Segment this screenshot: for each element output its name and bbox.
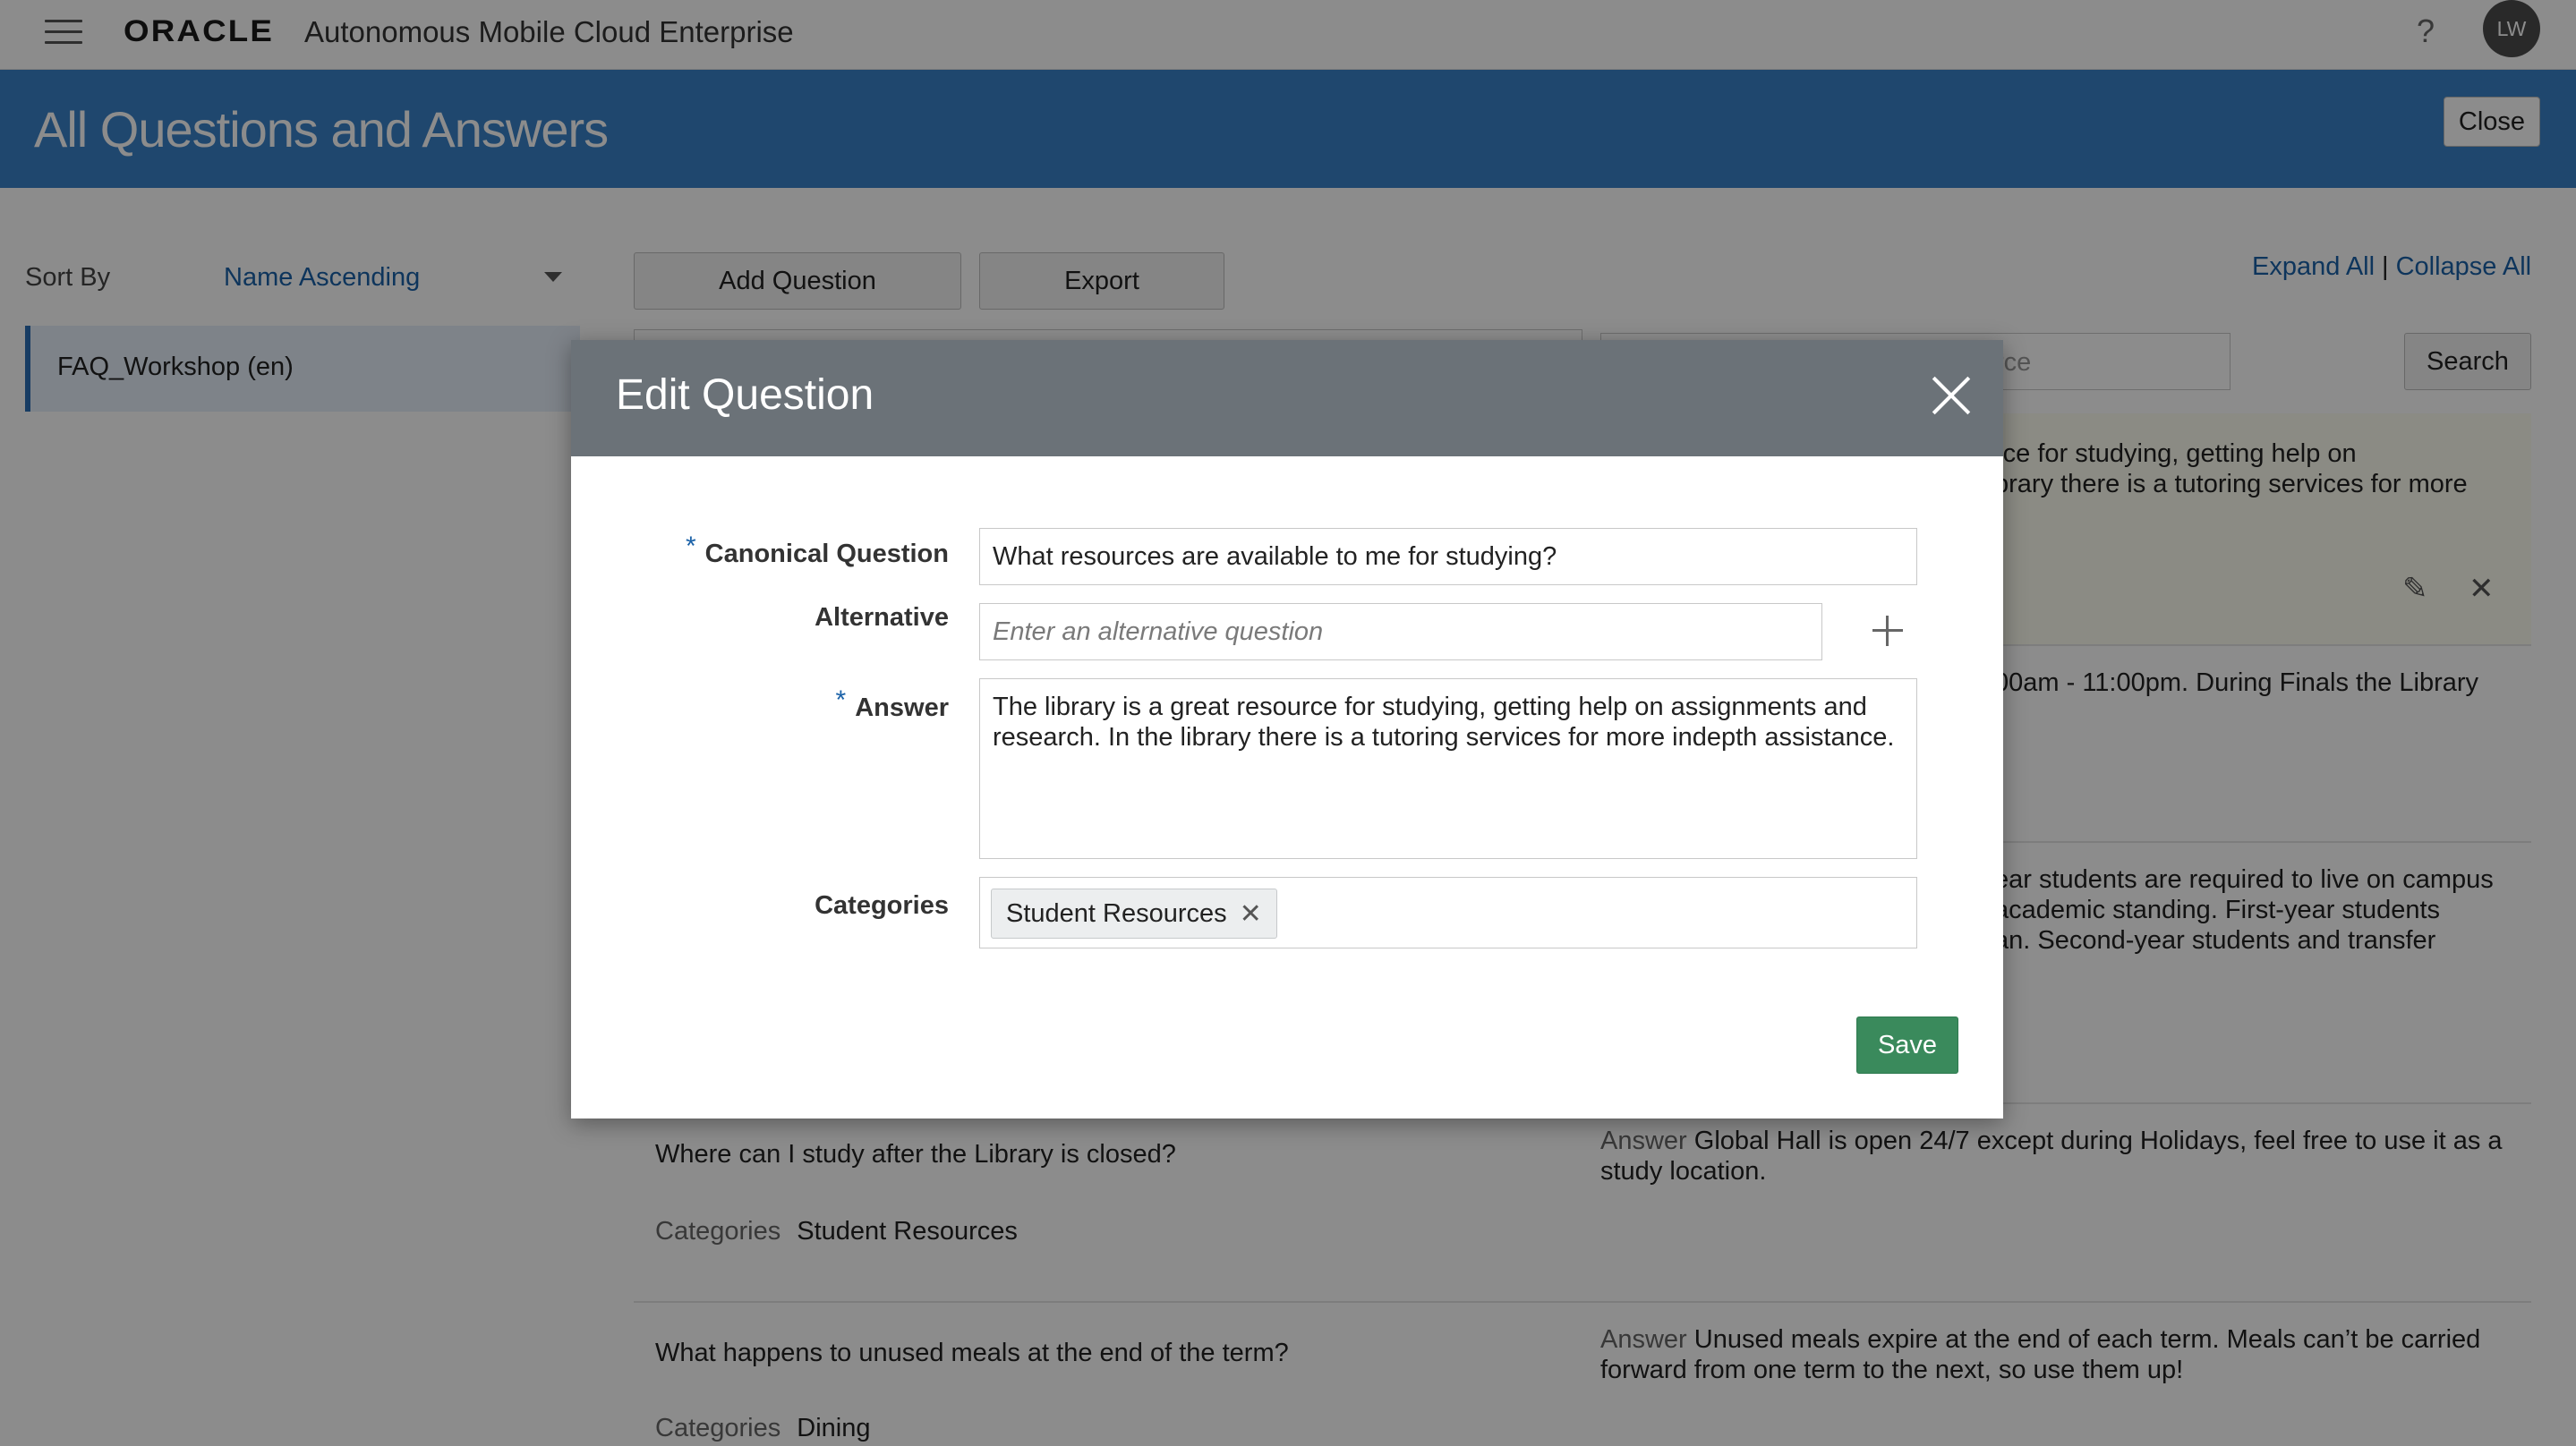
answer-textarea[interactable]: The library is a great resource for stud… xyxy=(979,678,1917,859)
close-icon[interactable] xyxy=(1924,369,1978,422)
categories-input[interactable]: Student Resources ✕ xyxy=(979,877,1917,948)
canonical-question-input[interactable]: What resources are available to me for s… xyxy=(979,528,1917,585)
alternative-question-input[interactable]: Enter an alternative question xyxy=(979,603,1822,660)
add-alternative-icon[interactable] xyxy=(1865,608,1910,653)
save-button[interactable]: Save xyxy=(1856,1016,1958,1074)
required-indicator: * xyxy=(685,532,696,561)
category-chip-label: Student Resources xyxy=(1006,898,1227,928)
dialog-header: Edit Question xyxy=(571,340,2003,456)
category-chip: Student Resources ✕ xyxy=(991,889,1277,939)
answer-label: * Answer xyxy=(835,685,949,722)
canonical-question-label: * Canonical Question xyxy=(685,532,949,568)
edit-question-dialog: Edit Question * Canonical Question What r… xyxy=(571,340,2003,1119)
remove-chip-icon[interactable]: ✕ xyxy=(1240,898,1262,930)
dialog-title: Edit Question xyxy=(616,371,874,419)
alternative-label: Alternative xyxy=(815,603,949,632)
required-indicator: * xyxy=(835,685,847,715)
categories-label: Categories xyxy=(815,891,949,920)
